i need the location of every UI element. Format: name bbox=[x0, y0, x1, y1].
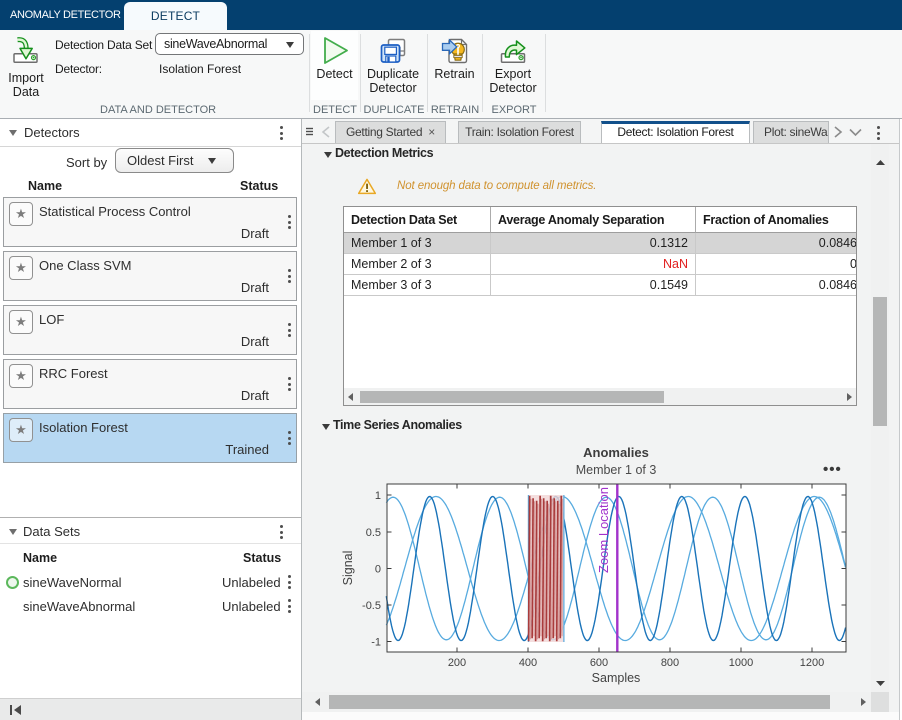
svg-text:-0.5: -0.5 bbox=[362, 600, 381, 612]
svg-text:0.5: 0.5 bbox=[366, 527, 381, 539]
svg-text:0: 0 bbox=[375, 564, 381, 576]
svg-text:1: 1 bbox=[375, 490, 381, 502]
svg-text:Zoom Location: Zoom Location bbox=[596, 487, 611, 573]
svg-text:-1: -1 bbox=[371, 637, 381, 649]
svg-text:Signal: Signal bbox=[341, 551, 355, 586]
svg-text:600: 600 bbox=[590, 657, 608, 669]
svg-text:1000: 1000 bbox=[729, 657, 753, 669]
svg-text:Samples: Samples bbox=[592, 671, 641, 685]
svg-text:800: 800 bbox=[661, 657, 679, 669]
svg-text:200: 200 bbox=[448, 657, 466, 669]
svg-text:1200: 1200 bbox=[800, 657, 824, 669]
svg-text:400: 400 bbox=[519, 657, 537, 669]
